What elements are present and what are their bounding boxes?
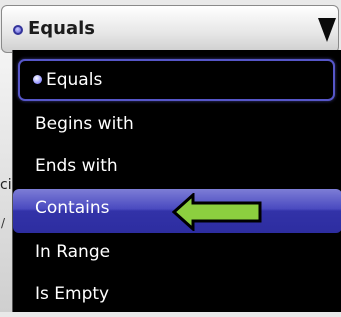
background-clipped-text: ci (0, 177, 12, 193)
select-current-value: Equals (28, 18, 96, 39)
dropdown-list: Equals Begins with Ends with Contains In… (12, 50, 341, 312)
option-label: Contains (35, 198, 110, 218)
radio-bullet-icon (13, 25, 23, 35)
option-is-empty[interactable]: Is Empty (13, 275, 341, 317)
option-equals[interactable]: Equals (18, 59, 335, 101)
dropdown-arrow-icon[interactable] (318, 18, 336, 42)
background-clipped-text-2: / (1, 216, 6, 230)
callout-arrow-icon (172, 193, 262, 231)
option-label: In Range (35, 242, 111, 262)
option-in-range[interactable]: In Range (13, 233, 341, 275)
option-ends-with[interactable]: Ends with (13, 147, 341, 189)
option-label: Ends with (35, 156, 118, 176)
filter-select[interactable]: Equals (1, 5, 339, 53)
selected-bullet-icon (33, 75, 42, 84)
option-begins-with[interactable]: Begins with (13, 105, 341, 147)
option-label: Begins with (35, 114, 134, 134)
option-label: Equals (46, 70, 103, 90)
option-label: Is Empty (35, 284, 110, 304)
